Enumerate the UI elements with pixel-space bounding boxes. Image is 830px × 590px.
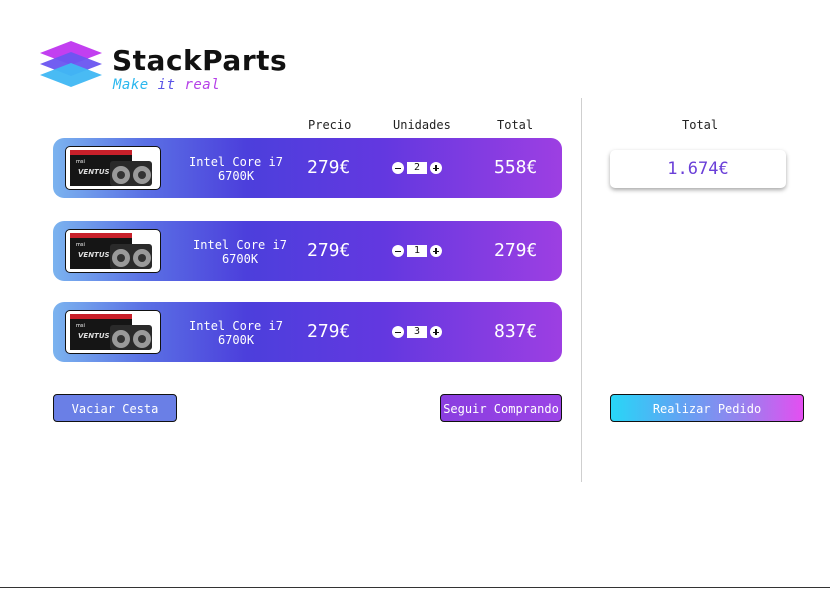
- brand-name: StackParts: [112, 44, 288, 77]
- line-total: 837€: [494, 321, 538, 342]
- line-total: 558€: [494, 157, 538, 178]
- unit-price: 279€: [307, 321, 351, 342]
- stackparts-logo-icon: [40, 41, 102, 87]
- cart-item: msi VENTUS Intel Core i7 6700K 279€ 1 27…: [53, 221, 562, 281]
- summary-total-amount: 1.674€: [610, 150, 786, 188]
- product-name: Intel Core i7 6700K: [189, 319, 283, 347]
- quantity-stepper: 3: [392, 326, 442, 338]
- increase-quantity-button[interactable]: [430, 162, 442, 174]
- unit-price: 279€: [307, 240, 351, 261]
- column-header-price: Precio: [308, 118, 352, 132]
- column-divider: [581, 98, 582, 482]
- bottom-border: [0, 587, 830, 588]
- svg-text:msi: msi: [76, 323, 85, 329]
- svg-text:msi: msi: [76, 242, 85, 248]
- summary-total-label: Total: [682, 118, 719, 132]
- quantity-value[interactable]: 1: [407, 245, 427, 257]
- product-thumbnail: msi VENTUS: [65, 310, 161, 354]
- decrease-quantity-button[interactable]: [392, 162, 404, 174]
- product-thumbnail: msi VENTUS: [65, 146, 161, 190]
- minus-icon: [395, 331, 401, 333]
- empty-cart-button[interactable]: Vaciar Cesta: [53, 394, 177, 422]
- product-name: Intel Core i7 6700K: [193, 238, 287, 266]
- minus-icon: [395, 250, 401, 252]
- tagline-word-3: real: [184, 77, 221, 93]
- svg-text:msi: msi: [76, 159, 85, 165]
- increase-quantity-button[interactable]: [430, 326, 442, 338]
- decrease-quantity-button[interactable]: [392, 245, 404, 257]
- quantity-value[interactable]: 3: [407, 326, 427, 338]
- continue-shopping-button[interactable]: Seguir Comprando: [440, 394, 562, 422]
- quantity-stepper: 2: [392, 162, 442, 174]
- svg-text:VENTUS: VENTUS: [78, 251, 110, 259]
- quantity-value[interactable]: 2: [407, 162, 427, 174]
- tagline-word-1: Make: [113, 77, 149, 93]
- place-order-button[interactable]: Realizar Pedido: [610, 394, 804, 422]
- brand-tagline: Make it real: [113, 77, 220, 93]
- minus-icon: [395, 167, 401, 169]
- quantity-stepper: 1: [392, 245, 442, 257]
- line-total: 279€: [494, 240, 538, 261]
- tagline-word-2: it: [157, 77, 176, 93]
- increase-quantity-button[interactable]: [430, 245, 442, 257]
- svg-text:VENTUS: VENTUS: [78, 332, 110, 340]
- cart-item: msi VENTUS Intel Core i7 6700K 279€ 3 83…: [53, 302, 562, 362]
- decrease-quantity-button[interactable]: [392, 326, 404, 338]
- column-header-total: Total: [497, 118, 534, 132]
- cart-item: msi VENTUS Intel Core i7 6700K 279€ 2 55…: [53, 138, 562, 198]
- column-header-units: Unidades: [393, 118, 451, 132]
- unit-price: 279€: [307, 157, 351, 178]
- product-name: Intel Core i7 6700K: [189, 155, 283, 183]
- product-thumbnail: msi VENTUS: [65, 229, 161, 273]
- svg-text:VENTUS: VENTUS: [78, 168, 110, 176]
